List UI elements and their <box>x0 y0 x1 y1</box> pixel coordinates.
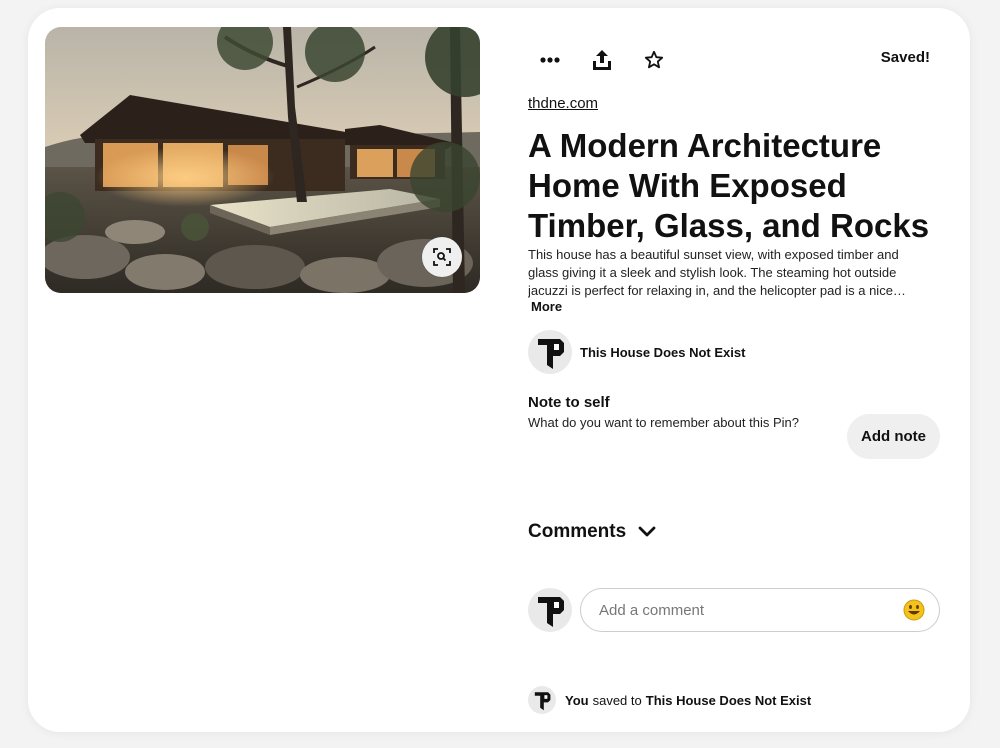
comments-toggle[interactable]: Comments <box>528 521 656 543</box>
pin-toolbar: Saved! <box>528 44 940 76</box>
source-link[interactable]: thdne.com <box>528 95 598 112</box>
note-title: Note to self <box>528 394 610 411</box>
note-prompt: What do you want to remember about this … <box>528 415 799 430</box>
pin-details: Saved! thdne.com A Modern Architecture H… <box>528 8 948 732</box>
pin-card: Saved! thdne.com A Modern Architecture H… <box>28 8 970 732</box>
creator-name[interactable]: This House Does Not Exist <box>580 345 745 360</box>
more-options-button[interactable] <box>534 44 566 76</box>
visual-search-button[interactable] <box>422 237 462 277</box>
comments-label: Comments <box>528 521 627 542</box>
saved-to-text: saved to <box>592 692 642 708</box>
saved-by-avatar[interactable] <box>528 686 556 714</box>
comment-input[interactable] <box>597 600 891 620</box>
saved-to-row: You saved to This House Does Not Exist <box>528 686 811 714</box>
creator-row[interactable]: This House Does Not Exist <box>528 330 745 374</box>
saved-to-board[interactable]: This House Does Not Exist <box>646 693 811 708</box>
emoji-icon[interactable] <box>903 599 925 621</box>
saved-status[interactable]: Saved! <box>881 49 930 66</box>
house-logo-icon <box>534 692 551 711</box>
comment-composer <box>528 588 940 632</box>
share-button[interactable] <box>586 44 618 76</box>
comment-box[interactable] <box>580 588 940 632</box>
house-photo <box>45 27 480 293</box>
share-icon <box>593 50 611 70</box>
saved-by-user[interactable]: You <box>565 693 589 708</box>
pin-description: This house has a beautiful sunset view, … <box>528 247 906 298</box>
user-avatar[interactable] <box>528 588 572 632</box>
visual-search-icon <box>433 248 451 266</box>
more-link[interactable]: More <box>531 299 562 314</box>
house-logo-icon <box>538 339 564 369</box>
creator-avatar[interactable] <box>528 330 572 374</box>
more-icon <box>540 57 560 63</box>
favorite-button[interactable] <box>638 44 670 76</box>
chevron-down-icon <box>638 526 656 538</box>
pin-title: A Modern Architecture Home With Exposed … <box>528 127 930 244</box>
house-logo-icon <box>538 597 564 627</box>
star-icon <box>644 50 664 69</box>
add-note-button[interactable]: Add note <box>847 414 940 459</box>
pin-image[interactable] <box>45 27 480 293</box>
